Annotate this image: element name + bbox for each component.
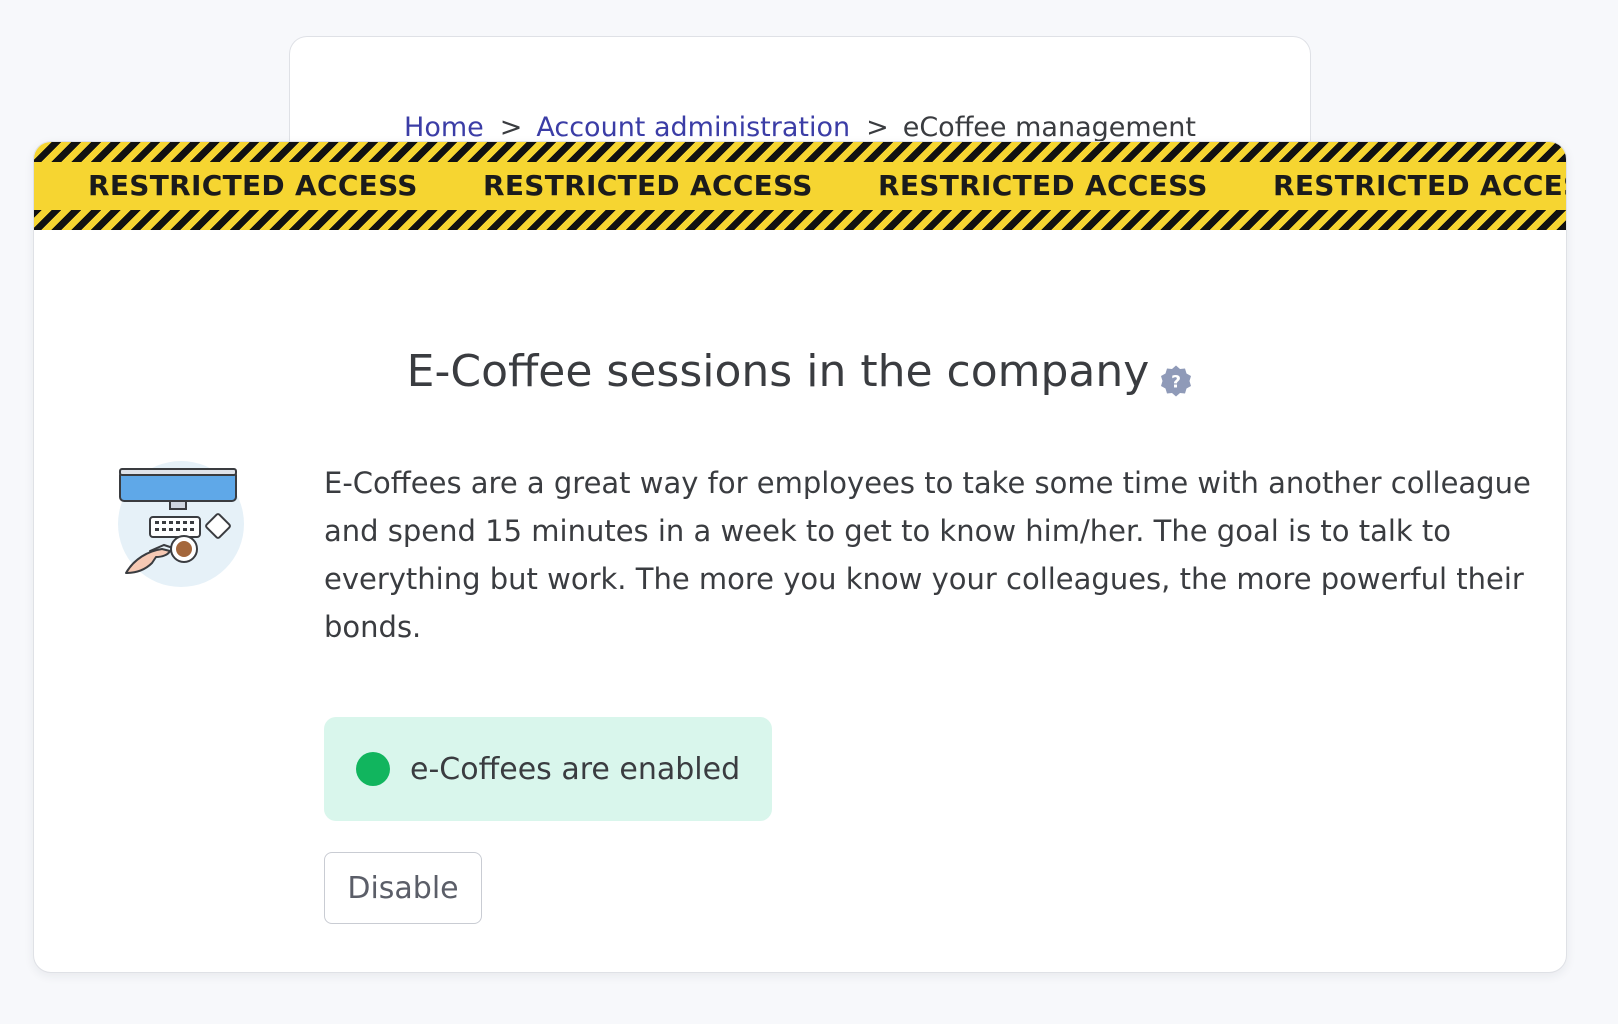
question-badge-icon[interactable]: ? [1159,354,1193,397]
breadcrumb-current: eCoffee management [902,112,1196,143]
disable-button[interactable]: Disable [324,852,482,924]
hazard-stripe-bottom [34,210,1566,230]
page-title: E-Coffee sessions in the company ? [34,342,1566,402]
description-text: E-Coffees are a great way for employees … [324,466,1531,644]
breadcrumb-link-home[interactable]: Home [404,112,484,143]
restricted-access-label: RESTRICTED ACCESS [1273,169,1566,202]
restricted-access-label: RESTRICTED ACCESS [878,169,1208,202]
status-badge: e-Coffees are enabled [324,717,773,821]
status-label: e-Coffees are enabled [410,751,741,787]
restricted-access-label: RESTRICTED ACCESS [483,169,813,202]
main-card: RESTRICTED ACCESS RESTRICTED ACCESS REST… [33,141,1567,973]
breadcrumb-separator: > [499,112,523,143]
page-title-text: E-Coffee sessions in the company [406,346,1150,397]
svg-text:?: ? [1171,373,1181,393]
restricted-access-banner: RESTRICTED ACCESS RESTRICTED ACCESS REST… [34,142,1566,230]
breadcrumb-link-account-administration[interactable]: Account administration [536,112,850,143]
breadcrumb-separator: > [866,112,889,143]
desk-computer-coffee-illustration [112,455,250,593]
status-indicator-dot [356,752,390,786]
restricted-access-band: RESTRICTED ACCESS RESTRICTED ACCESS REST… [34,162,1566,210]
hazard-stripe-top [34,142,1566,162]
restricted-access-label: RESTRICTED ACCESS [88,169,418,202]
